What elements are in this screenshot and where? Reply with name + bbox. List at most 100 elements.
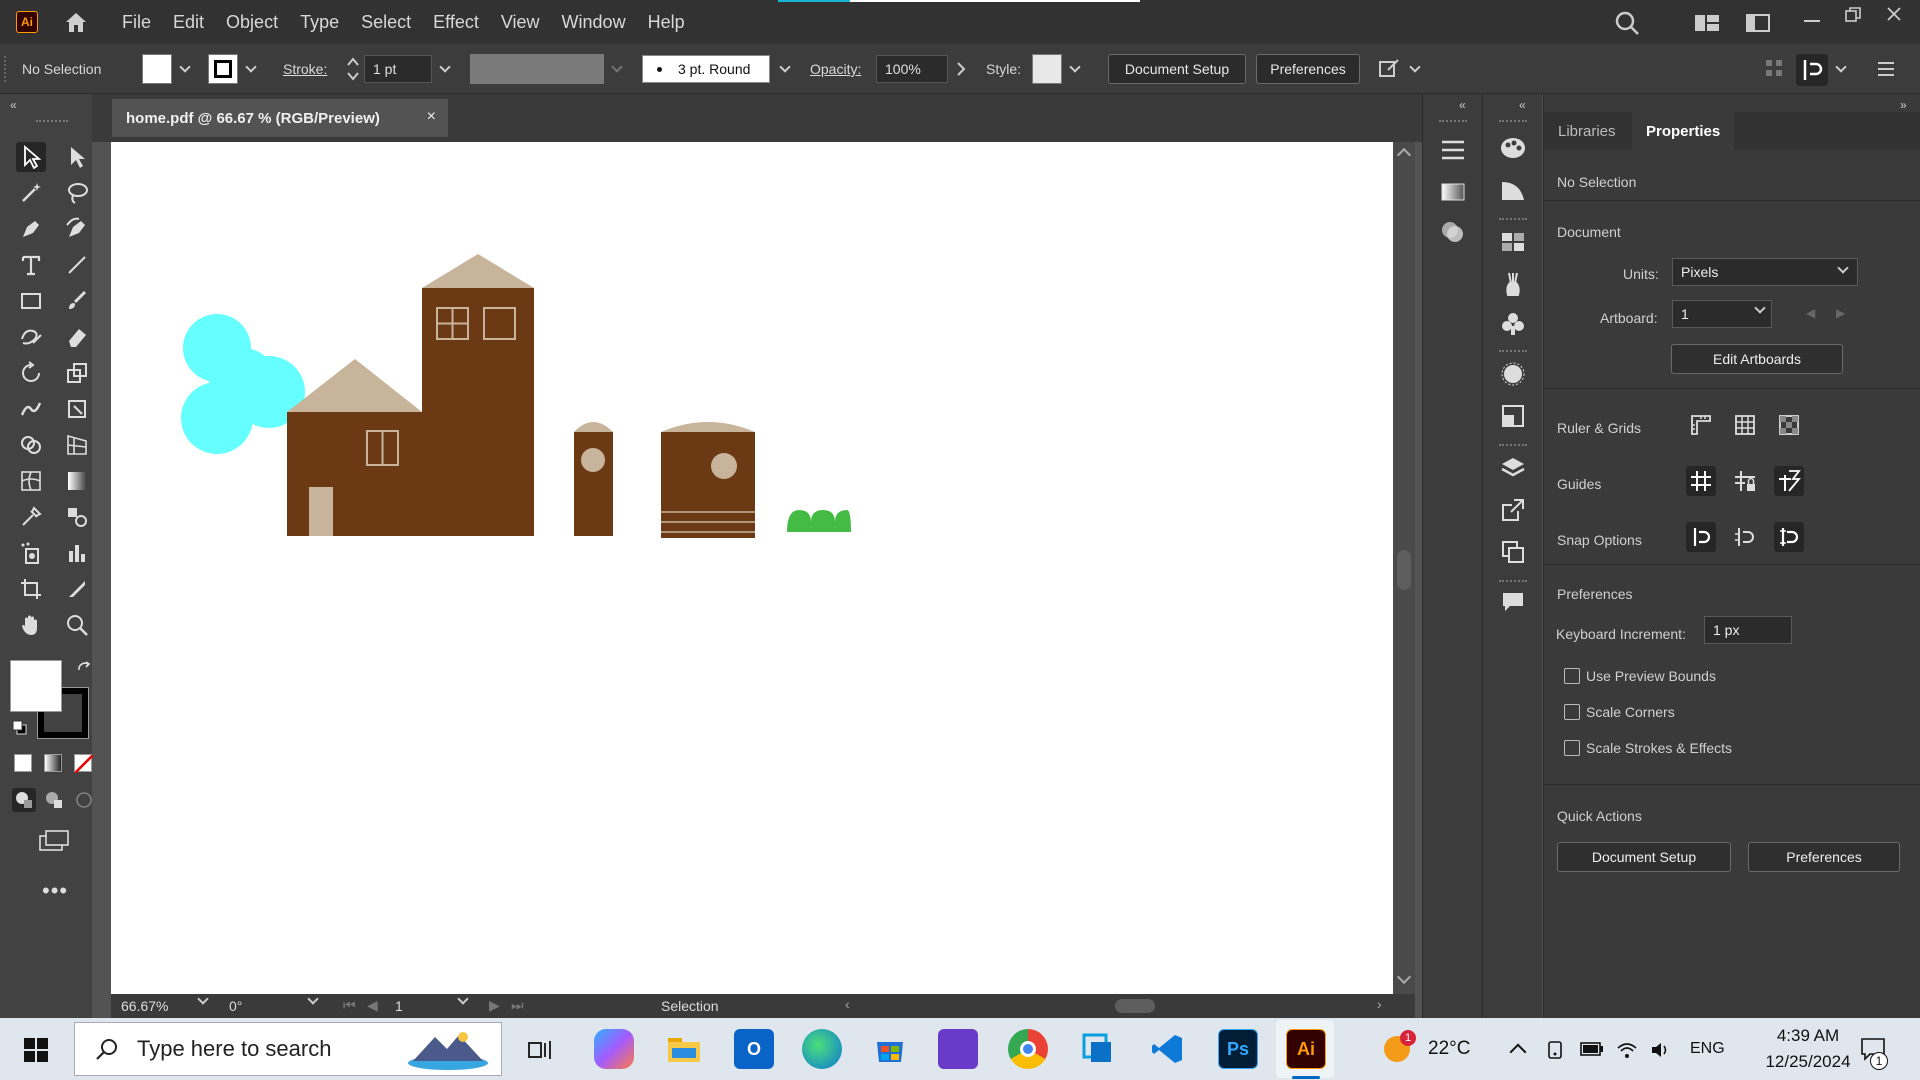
remote-app-icon[interactable] [1078,1029,1118,1069]
variable-width-dropdown[interactable] [608,54,626,84]
menu-view[interactable]: View [501,12,540,33]
draw-behind-icon[interactable] [42,788,66,812]
hand-tool-icon[interactable] [16,610,46,640]
barrel-roof[interactable] [661,422,755,432]
menu-file[interactable]: File [122,12,151,33]
prev-artboard-icon[interactable]: ◀ [1806,306,1815,320]
bush-shape[interactable] [787,510,851,532]
perspective-grid-tool-icon[interactable] [62,430,92,460]
menu-select[interactable]: Select [361,12,411,33]
selection-tool-icon[interactable] [16,142,46,172]
tower-roof[interactable] [422,254,534,288]
opacity-expand-icon[interactable] [954,60,968,78]
layers-panel-icon[interactable] [1499,454,1527,482]
zoom-dropdown[interactable] [197,993,209,1005]
last-artboard-icon[interactable]: ⏭ [511,997,524,1014]
swap-fill-stroke-icon[interactable] [76,660,92,676]
gradient-mode-icon[interactable] [44,754,62,772]
collapse-dock-icon[interactable]: « [1459,98,1466,112]
cloud-shape[interactable] [181,314,305,454]
fill-dropdown[interactable] [176,54,194,84]
more-tools-icon[interactable]: ••• [42,878,68,904]
search-icon[interactable] [1614,10,1640,36]
menu-effect[interactable]: Effect [433,12,479,33]
games-app-icon[interactable] [938,1029,978,1069]
stroke-weight-field[interactable]: 1 pt [364,55,432,83]
smart-guides-icon[interactable] [1774,466,1804,496]
swatches-panel-icon[interactable] [1499,228,1527,256]
weather-temp[interactable]: 22°C [1428,1018,1470,1080]
rotation-field[interactable]: 0° [229,998,242,1014]
silo-body[interactable] [574,432,613,536]
symbol-sprayer-tool-icon[interactable] [16,538,46,568]
scroll-up-icon[interactable] [1396,147,1412,163]
menu-type[interactable]: Type [300,12,339,33]
snap-icon[interactable] [1796,54,1828,86]
slice-tool-icon[interactable] [62,574,92,604]
units-select[interactable]: Pixels [1672,258,1858,286]
collapse-toolbar-icon[interactable]: « [10,98,17,112]
house-door[interactable] [309,487,333,536]
scale-corners-checkbox[interactable] [1564,704,1580,720]
column-graph-tool-icon[interactable] [62,538,92,568]
show-hidden-icons[interactable] [1509,1043,1527,1061]
style-swatch[interactable] [1032,54,1062,84]
screen-mode-icon[interactable] [38,828,70,854]
free-transform-tool-icon[interactable] [62,394,92,424]
transparency-panel-icon[interactable] [1439,218,1467,246]
style-dropdown[interactable] [1066,54,1084,84]
width-tool-icon[interactable] [16,394,46,424]
wifi-icon[interactable] [1616,1040,1638,1060]
house-roof[interactable] [287,359,422,412]
grid-icon[interactable] [1730,410,1760,440]
zoom-tool-icon[interactable] [62,610,92,640]
brush-dropdown[interactable] [776,54,794,84]
artboard-dropdown[interactable] [1754,302,1766,314]
use-preview-bounds-checkbox[interactable] [1564,668,1580,684]
stroke-label[interactable]: Stroke: [283,61,327,77]
scroll-down-icon[interactable] [1396,969,1412,985]
battery-icon[interactable] [1580,1042,1604,1056]
artboard[interactable] [111,142,1393,994]
artboard-number-dropdown[interactable] [457,993,469,1005]
device-icon[interactable] [1546,1040,1566,1060]
close-tab-icon[interactable]: × [427,108,436,126]
lasso-tool-icon[interactable] [62,178,92,208]
workspace-icon[interactable] [1746,14,1770,32]
opacity-label[interactable]: Opacity: [810,61,861,77]
snap-to-point-icon[interactable] [1686,522,1716,552]
tab-properties[interactable]: Properties [1632,112,1735,150]
stroke-stepper[interactable] [346,54,360,84]
home-icon[interactable] [64,11,88,33]
variable-width-field[interactable] [470,54,604,84]
color-guide-icon[interactable] [1499,176,1527,204]
none-mode-icon[interactable] [74,754,93,773]
artboard-tool-icon[interactable] [16,574,46,604]
brushes-panel-icon[interactable] [1499,270,1527,298]
keyboard-increment-field[interactable]: 1 px [1704,616,1792,644]
horizontal-scroll-thumb[interactable] [1115,999,1155,1013]
next-artboard-icon[interactable]: ▶ [489,997,500,1014]
next-artboard-icon[interactable]: ▶ [1836,306,1845,320]
document-setup-button[interactable]: Document Setup [1108,54,1246,84]
rotate-tool-icon[interactable] [16,358,46,388]
properties-panel-icon[interactable] [1439,136,1467,164]
silo-roof[interactable] [574,422,613,432]
document-tab[interactable]: home.pdf @ 66.67 % (RGB/Preview) × [112,99,448,137]
line-tool-icon[interactable] [62,250,92,280]
vscode-app-icon[interactable] [1148,1029,1188,1069]
prev-artboard-icon[interactable]: ◀ [367,997,378,1014]
color-panel-icon[interactable] [1499,134,1527,162]
close-window-icon[interactable] [1886,6,1902,22]
tower-body[interactable] [422,288,534,536]
edge-app-icon[interactable] [802,1029,842,1069]
show-guides-icon[interactable] [1686,466,1716,496]
quick-preferences-button[interactable]: Preferences [1748,842,1900,872]
transform-panel-icon[interactable] [1499,402,1527,430]
menu-object[interactable]: Object [226,12,278,33]
pen-tool-icon[interactable] [16,214,46,244]
store-app-icon[interactable] [870,1029,910,1069]
clock-time[interactable]: 4:39 AM [1754,1026,1862,1046]
gradient-tool-icon[interactable] [62,466,92,496]
menu-edit[interactable]: Edit [173,12,204,33]
